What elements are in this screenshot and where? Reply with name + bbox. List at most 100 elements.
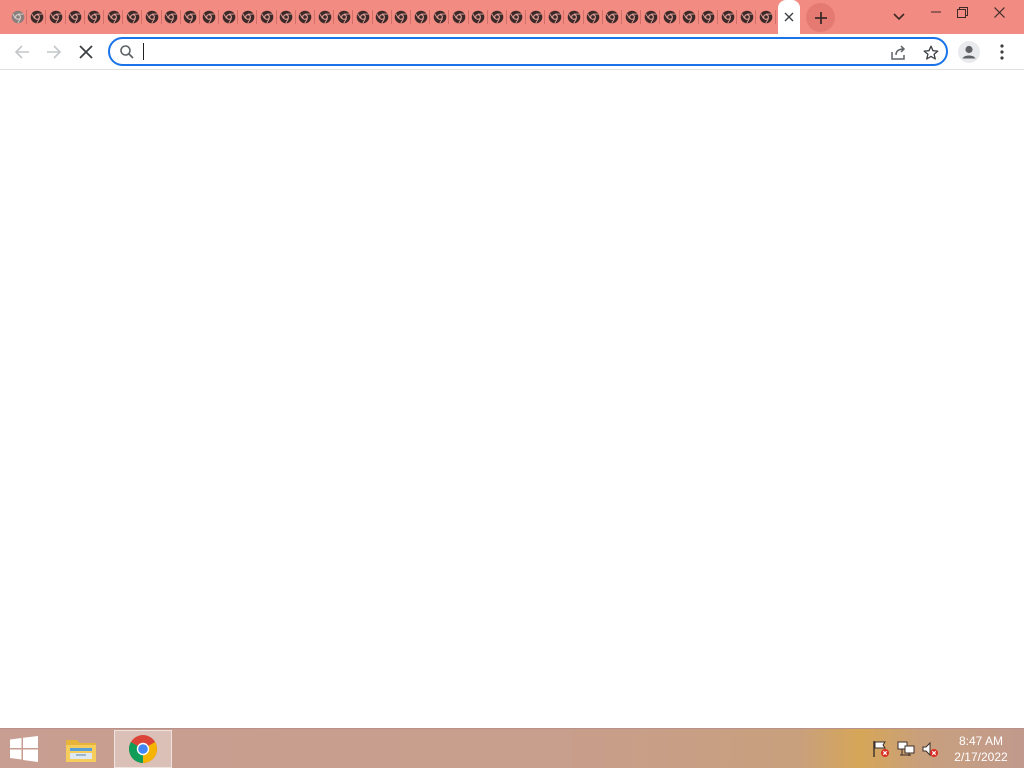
plus-icon	[814, 11, 827, 24]
minimize-icon	[931, 11, 941, 13]
browser-menu-button[interactable]	[986, 36, 1018, 68]
search-icon	[120, 45, 134, 59]
tray-volume[interactable]	[921, 740, 939, 758]
chrome-favicon-icon	[663, 10, 677, 24]
restore-button[interactable]	[945, 0, 979, 24]
arrow-left-icon	[14, 45, 29, 59]
arrow-right-icon	[47, 45, 62, 59]
chrome-favicon-icon	[471, 10, 485, 24]
chrome-favicon-icon	[126, 10, 140, 24]
share-icon	[891, 45, 906, 60]
profile-button[interactable]	[953, 36, 985, 68]
chrome-favicon-icon	[107, 10, 120, 24]
browser-tab[interactable]	[469, 0, 488, 34]
file-explorer-icon	[66, 740, 96, 762]
chrome-favicon-icon	[145, 10, 159, 24]
browser-tab[interactable]	[353, 0, 373, 34]
stop-loading-button[interactable]	[70, 36, 102, 68]
browser-tab[interactable]	[296, 0, 316, 34]
browser-tab[interactable]	[66, 0, 85, 34]
new-tab-button[interactable]	[806, 3, 835, 32]
share-button[interactable]	[888, 42, 910, 64]
kebab-icon	[1000, 44, 1004, 60]
browser-tab[interactable]	[699, 0, 719, 34]
chrome-favicon-icon	[164, 10, 178, 24]
browser-tab[interactable]	[660, 0, 680, 34]
browser-tab[interactable]	[545, 0, 565, 34]
flag-icon	[873, 741, 889, 757]
tab-strip	[0, 0, 1024, 34]
browser-tab[interactable]	[27, 0, 47, 34]
chrome-favicon-icon	[203, 10, 216, 24]
taskbar-chrome[interactable]	[114, 730, 172, 768]
browser-tab[interactable]	[123, 0, 143, 34]
chrome-favicon-icon	[702, 10, 715, 24]
chrome-favicon-icon	[433, 10, 447, 24]
browser-tab[interactable]	[488, 0, 508, 34]
browser-toolbar	[0, 34, 1024, 70]
forward-button[interactable]	[38, 36, 70, 68]
browser-tab[interactable]	[622, 0, 642, 34]
browser-tab[interactable]	[46, 0, 66, 34]
tab-list	[0, 0, 776, 34]
address-input[interactable]	[142, 41, 872, 62]
browser-tab[interactable]	[718, 0, 738, 34]
browser-tab[interactable]	[8, 0, 28, 34]
browser-tab[interactable]	[162, 0, 181, 34]
chrome-favicon-icon	[606, 10, 619, 24]
browser-tab[interactable]	[219, 0, 239, 34]
browser-tab[interactable]	[257, 0, 277, 34]
chrome-favicon-icon	[567, 10, 581, 24]
speaker-muted-icon	[922, 741, 938, 757]
tray-action-center[interactable]	[872, 740, 890, 758]
chrome-favicon-icon	[759, 10, 773, 24]
chrome-favicon-icon	[375, 10, 389, 24]
browser-tab[interactable]	[411, 0, 431, 34]
browser-tab[interactable]	[564, 0, 584, 34]
browser-tab[interactable]	[200, 0, 220, 34]
browser-tab[interactable]	[737, 0, 757, 34]
browser-tab[interactable]	[373, 0, 392, 34]
active-tab[interactable]	[778, 0, 800, 34]
browser-tab[interactable]	[449, 0, 469, 34]
system-clock[interactable]: 8:47 AM 2/17/2022	[946, 733, 1016, 765]
browser-tab[interactable]	[680, 0, 699, 34]
chrome-favicon-icon	[529, 10, 542, 24]
browser-tab[interactable]	[181, 0, 201, 34]
address-bar[interactable]	[108, 37, 948, 66]
browser-tab[interactable]	[315, 0, 335, 34]
browser-tab[interactable]	[277, 0, 297, 34]
bookmark-button[interactable]	[920, 42, 942, 64]
browser-tab[interactable]	[603, 0, 623, 34]
close-window-button[interactable]	[982, 0, 1016, 24]
chrome-favicon-icon	[395, 10, 408, 24]
chrome-favicon-icon	[356, 10, 370, 24]
chrome-favicon-icon	[548, 10, 562, 24]
browser-tab[interactable]	[507, 0, 527, 34]
chrome-favicon-icon	[183, 10, 197, 24]
browser-tab[interactable]	[334, 0, 354, 34]
tray-network[interactable]	[897, 740, 915, 758]
chevron-down-icon	[893, 13, 905, 21]
browser-tab[interactable]	[641, 0, 661, 34]
browser-tab[interactable]	[430, 0, 450, 34]
start-button[interactable]	[0, 729, 48, 768]
browser-tab[interactable]	[85, 0, 105, 34]
chrome-favicon-icon	[682, 10, 696, 24]
browser-tab[interactable]	[756, 0, 776, 34]
taskbar-file-explorer[interactable]	[52, 730, 110, 768]
browser-tab[interactable]	[104, 0, 124, 34]
browser-tab[interactable]	[526, 0, 546, 34]
browser-tab[interactable]	[142, 0, 162, 34]
browser-tab[interactable]	[584, 0, 604, 34]
chrome-favicon-icon	[241, 10, 255, 24]
browser-tab[interactable]	[392, 0, 412, 34]
close-icon[interactable]	[784, 12, 794, 22]
tab-search-button[interactable]	[886, 4, 912, 30]
chrome-favicon-icon	[299, 10, 312, 24]
back-button[interactable]	[6, 36, 38, 68]
browser-tab[interactable]	[238, 0, 258, 34]
network-icon	[897, 741, 915, 756]
chrome-favicon-icon	[11, 10, 24, 24]
chrome-favicon-icon	[740, 10, 754, 24]
